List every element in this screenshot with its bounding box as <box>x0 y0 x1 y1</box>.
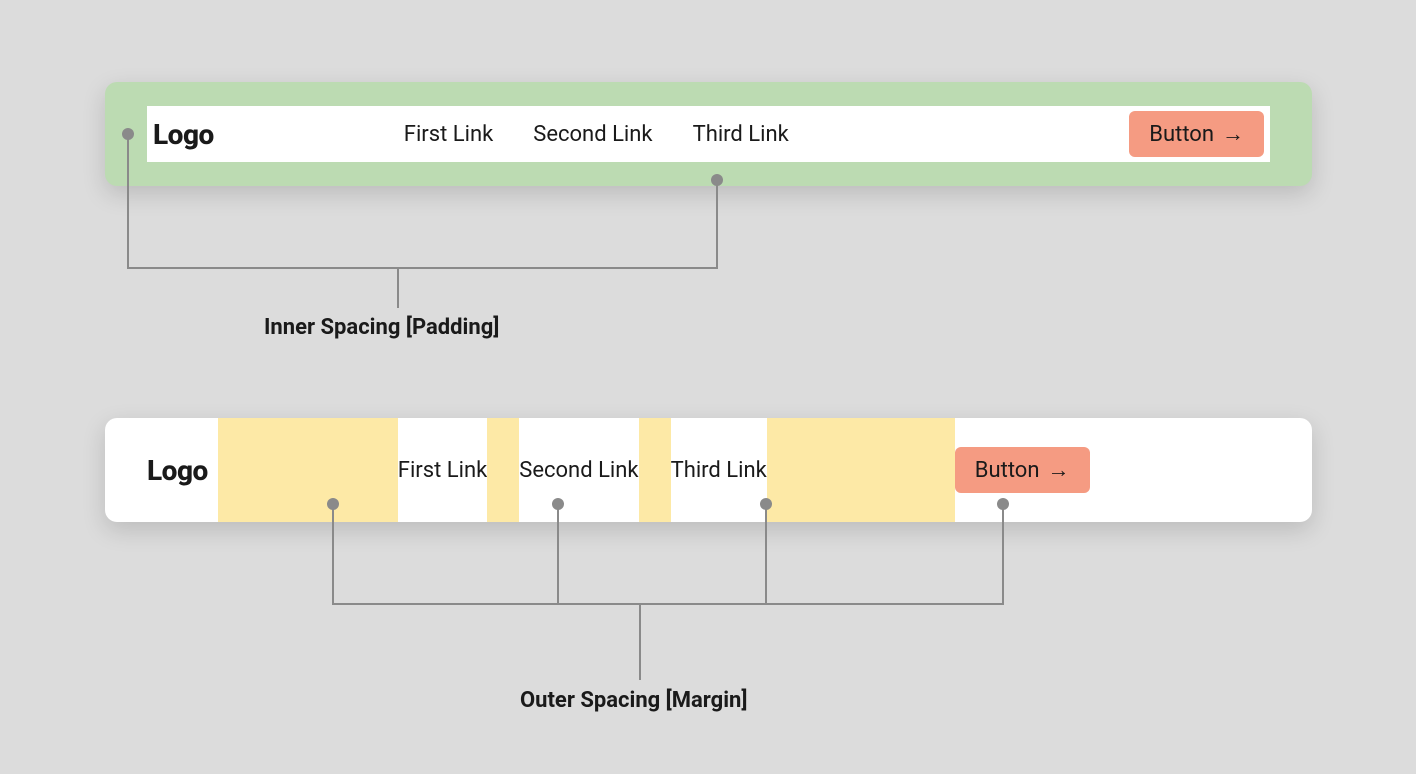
nav-links-group: First Link Second Link Third Link <box>404 122 789 147</box>
nav-link-2[interactable]: Second Link <box>533 122 652 147</box>
navbar-content-row: Logo First Link Second Link Third Link B… <box>147 106 1270 162</box>
cta-button-label: Button <box>1149 122 1214 147</box>
navbar-margin-example: Logo First Link Second Link Third Link B… <box>105 418 1312 522</box>
caption-margin: Outer Spacing [Margin] <box>520 688 747 713</box>
cta-wrapper: Button → <box>1129 111 1264 157</box>
nav-link-3[interactable]: Third Link <box>671 458 767 483</box>
arrow-right-icon: → <box>1222 121 1244 147</box>
margin-highlight <box>487 418 519 522</box>
logo: Logo <box>153 118 214 151</box>
logo: Logo <box>147 454 208 487</box>
margin-highlight <box>639 418 671 522</box>
arrow-right-icon: → <box>1048 457 1070 483</box>
nav-link-1[interactable]: First Link <box>398 458 487 483</box>
navbar-padding-example: Logo First Link Second Link Third Link B… <box>105 82 1312 186</box>
cta-button[interactable]: Button → <box>955 447 1090 493</box>
caption-padding: Inner Spacing [Padding] <box>264 315 499 340</box>
nav-link-2[interactable]: Second Link <box>519 458 638 483</box>
nav-link-3[interactable]: Third Link <box>693 122 789 147</box>
cta-button[interactable]: Button → <box>1129 111 1264 157</box>
nav-link-1[interactable]: First Link <box>404 122 493 147</box>
cta-button-label: Button <box>975 458 1040 483</box>
margin-highlight <box>767 418 955 522</box>
margin-highlight <box>218 418 398 522</box>
